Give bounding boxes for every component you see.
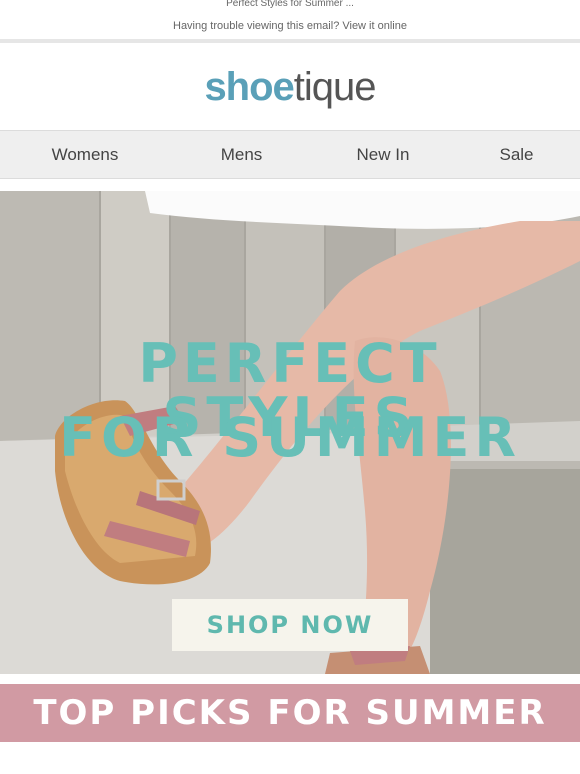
view-online-link[interactable]: Having trouble viewing this email? View … [173, 20, 407, 32]
nav-new-in[interactable]: New In [313, 145, 453, 165]
logo-band: shoetique [0, 43, 580, 130]
spacer [0, 179, 580, 191]
shop-now-button[interactable]: SHOP NOW [172, 599, 408, 651]
shoetique-logo[interactable]: shoetique [204, 64, 377, 109]
view-online-bar: Having trouble viewing this email? View … [0, 13, 580, 39]
nav-womens[interactable]: Womens [0, 145, 170, 165]
nav-mens[interactable]: Mens [170, 145, 313, 165]
hero-banner[interactable]: PERFECT STYLES FOR SUMMER SHOP NOW [0, 191, 580, 674]
top-picks-banner: TOP PICKS FOR SUMMER [0, 684, 580, 742]
hero-headline-line-2: FOR SUMMER [59, 406, 521, 469]
logo-part-shoe: shoe [204, 64, 294, 109]
main-nav: Womens Mens New In Sale [0, 130, 580, 179]
logo-part-tique: tique [293, 64, 377, 109]
content-below [0, 742, 580, 772]
nav-sale[interactable]: Sale [453, 145, 580, 165]
preheader-text: Perfect Styles for Summer ... [226, 0, 354, 9]
spacer [0, 674, 580, 684]
